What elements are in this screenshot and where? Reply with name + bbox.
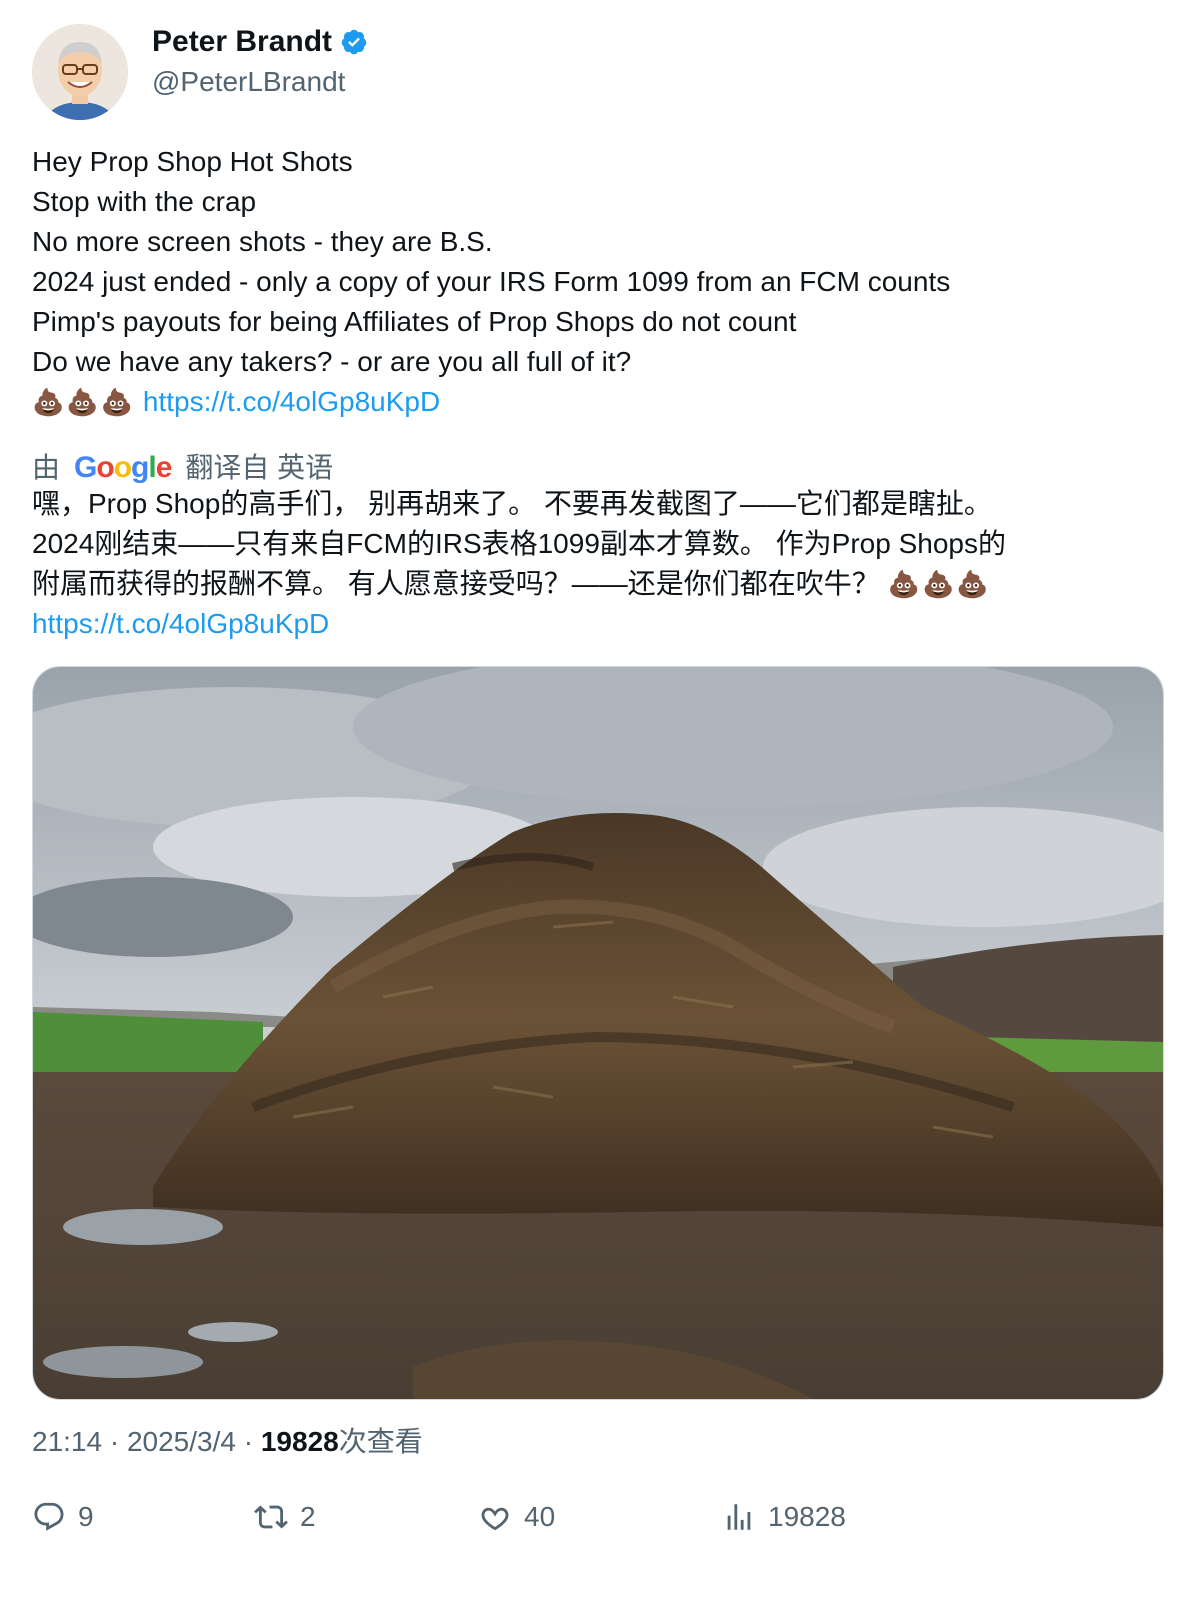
avatar-illustration bbox=[32, 24, 128, 120]
tweet-line: 2024 just ended - only a copy of your IR… bbox=[32, 266, 951, 297]
separator-dot: · bbox=[109, 1426, 127, 1457]
retweet-icon bbox=[254, 1505, 288, 1529]
like-button[interactable]: 40 bbox=[478, 1500, 555, 1534]
like-count: 40 bbox=[524, 1501, 556, 1532]
translation-prefix: 由 bbox=[32, 452, 61, 483]
retweet-button[interactable]: 2 bbox=[254, 1500, 316, 1534]
google-logo[interactable]: Google bbox=[74, 448, 172, 488]
retweet-count: 2 bbox=[300, 1501, 316, 1532]
tweet-time[interactable]: 21:14 bbox=[32, 1426, 102, 1457]
reply-button[interactable]: 9 bbox=[32, 1500, 94, 1534]
translated-link[interactable]: https://t.co/4olGp8uKpD bbox=[32, 608, 329, 639]
tweet-line: Do we have any takers? - or are you all … bbox=[32, 346, 632, 377]
tweet-date[interactable]: 2025/3/4 bbox=[127, 1426, 236, 1457]
reply-count: 9 bbox=[78, 1501, 94, 1532]
translation-header: 由 Google 翻译自 英语 bbox=[32, 448, 333, 488]
author-handle[interactable]: @PeterLBrandt bbox=[152, 64, 345, 100]
manure-pile-photo bbox=[33, 667, 1163, 1399]
separator-dot: · bbox=[243, 1426, 261, 1457]
views-count: 19828 bbox=[768, 1501, 846, 1532]
poop-emoji: 💩💩💩 bbox=[32, 387, 136, 417]
reply-icon bbox=[34, 1502, 64, 1531]
translated-line: 附属而获得的报酬不算。 有人愿意接受吗？——还是你们都在吹牛？ bbox=[32, 568, 880, 599]
tweet-line: Hey Prop Shop Hot Shots bbox=[32, 146, 353, 177]
tweet-link[interactable]: https://t.co/4olGp8uKpD bbox=[143, 386, 440, 417]
view-count: 19828 bbox=[260, 1426, 339, 1457]
translated-line-with-emoji: 附属而获得的报酬不算。 有人愿意接受吗？——还是你们都在吹牛？ 💩💩💩 bbox=[32, 564, 1162, 604]
author-name[interactable]: Peter Brandt bbox=[152, 24, 332, 60]
translated-link-line: https://t.co/4olGp8uKpD bbox=[32, 604, 1162, 644]
heart-icon bbox=[481, 1507, 509, 1531]
views-button[interactable]: 19828 bbox=[722, 1500, 846, 1534]
tweet-line: Pimp's payouts for being Affiliates of P… bbox=[32, 306, 797, 337]
tweet-text: Hey Prop Shop Hot Shots Stop with the cr… bbox=[32, 142, 1162, 422]
tweet-link-line: 💩💩💩 https://t.co/4olGp8uKpD bbox=[32, 382, 1162, 422]
poop-emoji: 💩💩💩 bbox=[887, 569, 991, 599]
tweet-line: Stop with the crap bbox=[32, 186, 257, 217]
view-count-label: 次查看 bbox=[338, 1426, 423, 1457]
tweet-media-image[interactable] bbox=[32, 666, 1164, 1400]
verified-badge-icon bbox=[341, 29, 367, 55]
tweet-meta: 21:14 · 2025/3/4 · 19828次查看 bbox=[32, 1424, 423, 1460]
translated-line: 嘿，Prop Shop的高手们， 别再胡来了。 不要再发截图了——它们都是瞎扯。 bbox=[32, 488, 992, 519]
tweet-line: No more screen shots - they are B.S. bbox=[32, 226, 493, 257]
author-name-row[interactable]: Peter Brandt bbox=[152, 24, 368, 60]
translated-line: 2024刚结束——只有来自FCM的IRS表格1099副本才算数。 作为Prop … bbox=[32, 528, 1007, 559]
translation-suffix: 翻译自 英语 bbox=[185, 452, 334, 483]
action-bar: 9 2 40 19828 bbox=[32, 1500, 1162, 1548]
translated-text: 嘿，Prop Shop的高手们， 别再胡来了。 不要再发截图了——它们都是瞎扯。… bbox=[32, 484, 1162, 644]
bar-chart-icon bbox=[727, 1504, 751, 1530]
avatar[interactable] bbox=[32, 24, 128, 120]
